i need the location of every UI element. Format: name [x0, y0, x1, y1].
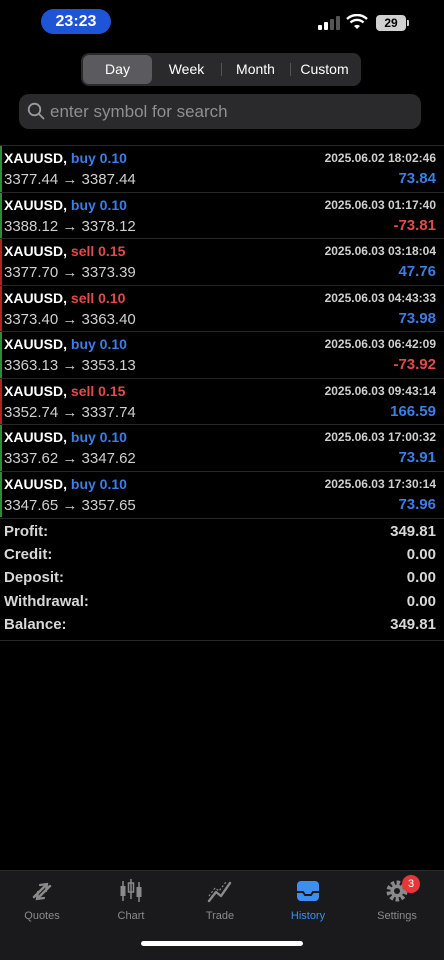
deal-profit: 73.98: [398, 309, 436, 327]
summary-row-deposit: Deposit: 0.00: [0, 565, 444, 588]
search-bar[interactable]: [19, 94, 421, 129]
tab-label: Quotes: [24, 910, 60, 922]
deal-type-volume: sell 0.15: [70, 243, 126, 259]
status-time: 23:23: [41, 9, 111, 34]
summary-label: Deposit:: [4, 569, 64, 587]
summary-value: 349.81: [390, 523, 436, 540]
wifi-icon: [346, 14, 368, 29]
inbox-tray-icon: [297, 881, 319, 901]
deal-symbol: XAUUSD,: [4, 243, 68, 259]
deal-prices: 3377.44 → 3387.44: [4, 171, 136, 188]
summary-row-withdrawal: Withdrawal: 0.00: [0, 589, 444, 612]
trade-line-icon: [207, 881, 232, 903]
summary-label: Credit:: [4, 546, 53, 564]
deals-list: XAUUSD, buy 0.10 2025.06.02 18:02:46 337…: [0, 145, 444, 517]
tab-settings[interactable]: 3 Settings: [362, 875, 432, 922]
deal-time: 2025.06.02 18:02:46: [324, 151, 436, 165]
deal-time: 2025.06.03 04:43:33: [324, 290, 436, 305]
tab-trade[interactable]: Trade: [185, 877, 255, 922]
deal-time: 2025.06.03 01:17:40: [324, 197, 436, 212]
summary-label: Balance:: [4, 615, 67, 633]
deal-type-volume: buy 0.10: [70, 196, 127, 213]
deal-type-volume: buy 0.10: [70, 475, 127, 492]
tab-label: Trade: [205, 910, 235, 922]
deal-row[interactable]: XAUUSD, buy 0.10 2025.06.03 17:30:14 334…: [0, 470, 444, 518]
battery-icon: 29: [376, 15, 406, 31]
deal-profit: 73.91: [398, 449, 436, 466]
summary-row-credit: Credit: 0.00: [0, 542, 444, 565]
tab-label: History: [290, 910, 326, 922]
home-indicator[interactable]: [141, 941, 303, 946]
summary-value: 0.00: [406, 569, 436, 587]
deal-symbol: XAUUSD,: [4, 150, 68, 166]
search-icon: [27, 102, 45, 120]
period-tab-day[interactable]: Day: [83, 55, 152, 84]
deal-profit: 47.76: [398, 263, 436, 280]
deal-prices: 3347.65 → 3357.65: [4, 496, 136, 514]
summary-value: 0.00: [406, 546, 436, 564]
deal-time: 2025.06.03 06:42:09: [324, 337, 436, 351]
period-tab-month[interactable]: Month: [221, 55, 290, 84]
deal-row[interactable]: XAUUSD, sell 0.15 2025.06.03 09:43:14 33…: [0, 377, 444, 425]
summary-row-profit: Profit: 349.81: [0, 519, 444, 542]
tab-label: Chart: [117, 910, 145, 922]
deal-symbol: XAUUSD,: [4, 475, 68, 492]
bottom-tab-bar: Quotes Chart Trade History 3 Settings: [0, 870, 444, 960]
deal-profit: -73.92: [393, 356, 436, 373]
deal-row[interactable]: XAUUSD, sell 0.15 2025.06.03 03:18:04 33…: [0, 238, 444, 285]
summary-label: Withdrawal:: [4, 592, 89, 610]
deal-symbol: XAUUSD,: [4, 336, 68, 352]
cellular-signal-icon: [318, 16, 340, 30]
deal-prices: 3363.13 → 3353.13: [4, 357, 136, 374]
deal-profit: 73.96: [398, 495, 436, 513]
deal-profit: 166.59: [390, 402, 436, 420]
period-tab-week[interactable]: Week: [152, 55, 221, 84]
deal-row[interactable]: XAUUSD, buy 0.10 2025.06.02 18:02:46 337…: [0, 145, 444, 192]
deal-symbol: XAUUSD,: [4, 382, 68, 399]
deal-time: 2025.06.03 03:18:04: [324, 244, 436, 258]
deal-profit: -73.81: [393, 216, 436, 234]
summary-divider: [0, 640, 444, 641]
tab-label: Settings: [377, 910, 417, 922]
deal-time: 2025.06.03 17:00:32: [324, 430, 436, 444]
deal-row[interactable]: XAUUSD, buy 0.10 2025.06.03 01:17:40 338…: [0, 191, 444, 239]
period-tab-custom[interactable]: Custom: [290, 55, 359, 84]
deal-type-volume: sell 0.10: [70, 289, 126, 306]
tab-chart[interactable]: Chart: [96, 877, 166, 922]
tab-quotes[interactable]: Quotes: [7, 877, 77, 922]
deal-prices: 3388.12 → 3378.12: [4, 217, 136, 235]
deal-symbol: XAUUSD,: [4, 196, 68, 213]
candlestick-icon: [120, 879, 142, 902]
deal-symbol: XAUUSD,: [4, 289, 68, 306]
deal-prices: 3337.62 → 3347.62: [4, 450, 136, 467]
deal-prices: 3373.40 → 3363.40: [4, 310, 136, 328]
deal-prices: 3352.74 → 3337.74: [4, 403, 136, 421]
deal-type-volume: buy 0.10: [70, 150, 127, 166]
deal-time: 2025.06.03 17:30:14: [324, 476, 436, 491]
deal-profit: 73.84: [398, 170, 436, 187]
settings-badge: 3: [402, 875, 420, 893]
status-bar: 23:23 29: [0, 0, 444, 44]
battery-tip: [407, 20, 409, 26]
deal-row[interactable]: XAUUSD, buy 0.10 2025.06.03 17:00:32 333…: [0, 424, 444, 471]
tab-history[interactable]: History: [273, 877, 343, 922]
deal-row[interactable]: XAUUSD, sell 0.10 2025.06.03 04:43:33 33…: [0, 284, 444, 332]
account-summary: Profit: 349.81 Credit: 0.00 Deposit: 0.0…: [0, 518, 444, 635]
period-selector: Day Week Month Custom: [81, 53, 361, 86]
quotes-arrows-icon: [32, 882, 52, 901]
deal-type-volume: buy 0.10: [70, 429, 127, 445]
summary-row-balance: Balance: 349.81: [0, 612, 444, 635]
summary-value: 349.81: [390, 615, 436, 633]
search-input[interactable]: [50, 94, 410, 129]
deal-row[interactable]: XAUUSD, buy 0.10 2025.06.03 06:42:09 336…: [0, 331, 444, 378]
summary-label: Profit:: [4, 523, 49, 540]
deal-time: 2025.06.03 09:43:14: [324, 383, 436, 398]
deal-prices: 3377.70 → 3373.39: [4, 264, 136, 281]
deal-type-volume: sell 0.15: [70, 382, 126, 399]
summary-value: 0.00: [406, 592, 436, 610]
deal-type-volume: buy 0.10: [70, 336, 127, 352]
deal-symbol: XAUUSD,: [4, 429, 68, 445]
